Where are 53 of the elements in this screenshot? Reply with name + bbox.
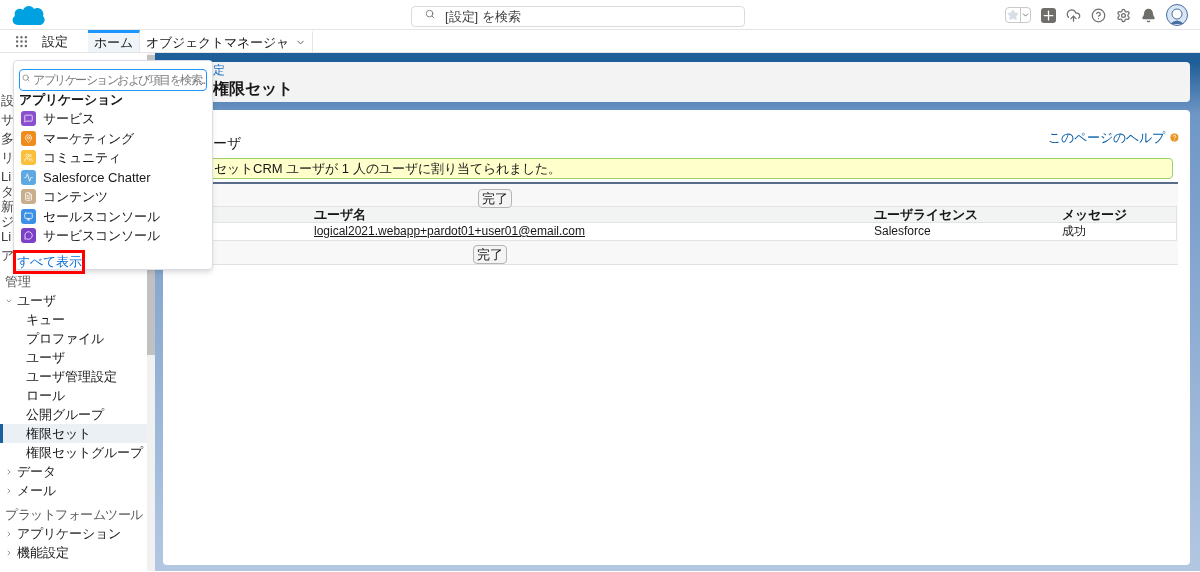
sidebar-item[interactable]: アプリケーション (17, 523, 121, 544)
caret-icon (1020, 8, 1030, 22)
app-title: 設定 (42, 33, 68, 51)
sidebar-item[interactable]: 機能設定 (17, 542, 69, 563)
page-title: 権限セット (213, 79, 293, 99)
settings-icon[interactable] (1116, 7, 1131, 23)
notifications-icon[interactable] (1141, 7, 1156, 23)
breadcrumb-link[interactable]: 定 (213, 63, 225, 78)
search-field[interactable]: [設定] を検索 (411, 6, 745, 27)
app-menu-item[interactable]: サービスコンソール (43, 226, 160, 246)
sidebar-item[interactable]: 公開グループ (0, 405, 147, 424)
app-menu-item[interactable]: Salesforce Chatter (43, 167, 151, 187)
menu-heading: アプリケーション (19, 92, 124, 108)
app-search-field[interactable]: アプリケーションおよび項目を検索... (19, 69, 207, 91)
column-header: ユーザ名 (313, 207, 367, 223)
help-link[interactable]: このページのヘルプ (1048, 128, 1165, 148)
app-menu-item[interactable]: マーケティング (43, 128, 134, 148)
app-launcher-icon[interactable] (13, 34, 30, 49)
sidebar-item[interactable]: 権限セットグループ (0, 443, 147, 462)
search-icon (22, 74, 30, 82)
app-menu-item[interactable]: コンテンツ (43, 187, 108, 207)
sidebar-item[interactable]: ユーザ (0, 348, 147, 367)
add-icon[interactable] (1041, 7, 1056, 23)
app-menu-item[interactable]: コミュニティ (43, 148, 121, 168)
help-icon (1169, 132, 1180, 144)
nav-tab[interactable]: ホーム (88, 30, 140, 52)
cloud-icon[interactable] (1066, 7, 1081, 23)
sidebar-item[interactable]: メール (17, 480, 56, 501)
column-header: メッセージ (1061, 207, 1128, 223)
sidebar-item[interactable]: プロファイル (0, 329, 147, 348)
avatar-icon[interactable] (1166, 4, 1188, 26)
sidebar-item[interactable]: ロール (0, 386, 147, 405)
section-heading: 管理 (4, 273, 32, 291)
star-icon (1007, 9, 1019, 21)
help-icon[interactable] (1091, 7, 1106, 23)
section-heading: プラットフォームツール (4, 506, 144, 524)
app-menu-item[interactable]: サービス (43, 109, 95, 129)
sidebar-item[interactable]: データ (17, 461, 56, 482)
section-title: ーザ (213, 134, 241, 152)
done-button[interactable]: 完了 (478, 189, 512, 208)
sidebar-item[interactable]: キュー (0, 310, 147, 329)
username-link[interactable]: logical2021.webapp+pardot01+user01@email.com (310, 223, 870, 240)
sidebar-item[interactable]: ユーザ管理設定 (0, 367, 147, 386)
sidebar-item[interactable]: ユーザ (17, 290, 56, 311)
search-icon (425, 9, 435, 19)
table-cell-text: 成功 (1061, 223, 1087, 240)
app-menu-item[interactable]: セールスコンソール (43, 206, 160, 226)
table-cell-text: Salesforce (873, 223, 932, 240)
column-header: ユーザライセンス (873, 207, 979, 223)
view-all-link[interactable]: すべて表示 (16, 252, 82, 272)
nav-tab[interactable]: オブジェクトマネージャ (140, 30, 313, 52)
sidebar-item[interactable]: 権限セット (0, 424, 147, 443)
done-button[interactable]: 完了 (473, 245, 507, 264)
